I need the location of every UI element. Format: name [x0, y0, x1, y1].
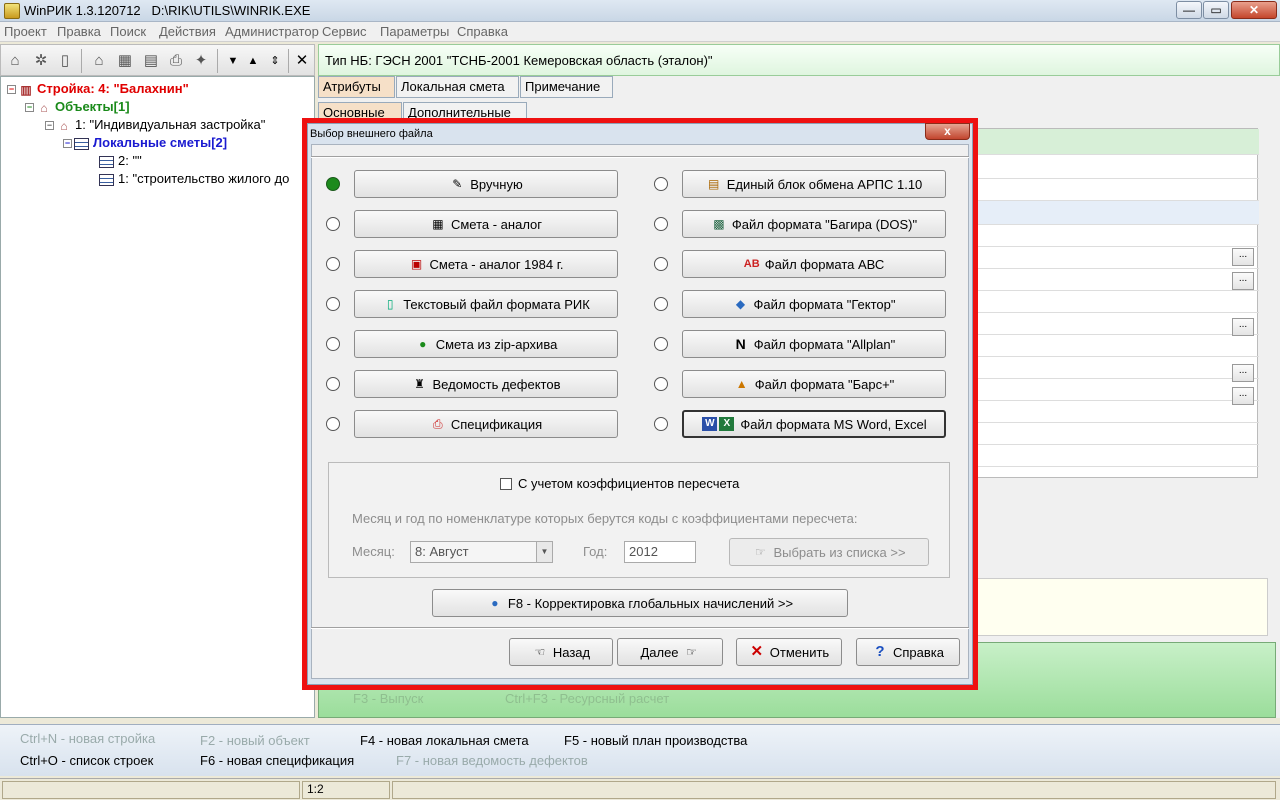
minimize-button[interactable]: —: [1176, 1, 1202, 19]
grid-row: [971, 445, 1259, 467]
ellipsis-button[interactable]: ...: [1232, 248, 1254, 266]
menu-project[interactable]: Проект: [4, 24, 47, 39]
tree-object-1[interactable]: − ⌂ 1: "Индивидуальная застройка": [45, 117, 265, 133]
tab-attributes[interactable]: Атрибуты: [318, 76, 395, 98]
menu-search[interactable]: Поиск: [110, 24, 146, 39]
menu-edit[interactable]: Правка: [57, 24, 101, 39]
app-icon: [4, 3, 20, 19]
restore-button[interactable]: ▭: [1203, 1, 1229, 19]
table-icon: [74, 137, 89, 150]
tree-objects[interactable]: − ⌂ Объекты[1]: [25, 99, 130, 115]
grid-row: [971, 379, 1259, 401]
tree-root[interactable]: − ▥ Стройка: 4: "Балахнин": [7, 81, 189, 97]
menu-bar: Проект Правка Поиск Действия Администрат…: [0, 22, 1280, 42]
settings-icon[interactable]: ✲: [31, 51, 51, 71]
toolbar-separator: [288, 49, 289, 73]
ctrlf3-resource-hint: Ctrl+F3 - Ресурсный расчет: [505, 691, 670, 706]
hint-ctrl-n[interactable]: Ctrl+N - новая стройка: [20, 731, 155, 746]
grid-row: [971, 357, 1259, 379]
hint-f7[interactable]: F7 - новая ведомость дефектов: [396, 753, 588, 768]
ellipsis-button[interactable]: ...: [1232, 272, 1254, 290]
hint-f2[interactable]: F2 - новый объект: [200, 733, 310, 748]
title-bar: WinРИК 1.3.120712 D:\RIK\UTILS\WINRIK.EX…: [0, 0, 1280, 22]
hotkey-hints: Ctrl+N - новая стройка F2 - новый объект…: [0, 724, 1280, 776]
nb-type-label: Тип НБ: ГЭСН 2001 "ТСНБ-2001 Кемеровская…: [325, 53, 713, 68]
hint-ctrl-o[interactable]: Ctrl+O - список строек: [20, 753, 153, 768]
arrow-updown-icon[interactable]: ⇕: [265, 51, 285, 71]
app-title: WinРИК 1.3.120712: [24, 3, 141, 18]
collapse-icon[interactable]: −: [7, 85, 16, 95]
hint-f6[interactable]: F6 - новая спецификация: [200, 753, 354, 768]
building-icon: ▥: [20, 82, 32, 97]
ellipsis-button[interactable]: ...: [1232, 318, 1254, 336]
tree-estimate-2[interactable]: 2: "": [99, 153, 142, 168]
tree-local-estimates[interactable]: − Локальные сметы[2]: [63, 135, 227, 150]
table-icon: [99, 173, 114, 186]
close-button[interactable]: ✕: [1231, 1, 1277, 19]
grid-row: [971, 335, 1259, 357]
hint-f4[interactable]: F4 - новая локальная смета: [360, 733, 529, 748]
tab-local-estimate[interactable]: Локальная смета: [396, 76, 519, 98]
menu-help[interactable]: Справка: [457, 24, 508, 39]
document-icon[interactable]: ▯: [55, 51, 75, 71]
arrow-down-icon[interactable]: ▼: [223, 51, 243, 71]
grid-header-row: [971, 129, 1259, 155]
tab-note[interactable]: Примечание: [520, 76, 613, 98]
arrow-up-icon[interactable]: ▲: [243, 51, 263, 71]
toolbar-separator: [217, 49, 218, 73]
print-icon[interactable]: ⎙: [166, 51, 186, 71]
attributes-grid: [970, 128, 1259, 478]
trash-icon[interactable]: ✦: [191, 51, 211, 71]
toolbar-separator: [81, 49, 82, 73]
grid-row: [971, 225, 1259, 247]
left-toolbar: ⌂ ✲ ▯ ⌂ ▦ ▤ ⎙ ✦ ▼ ▲ ⇕ ✕: [0, 44, 315, 76]
nb-type-header: Тип НБ: ГЭСН 2001 "ТСНБ-2001 Кемеровская…: [318, 44, 1280, 76]
home-icon[interactable]: ⌂: [89, 51, 109, 71]
grid-row: [971, 201, 1259, 225]
house-icon: ⌂: [40, 100, 48, 115]
menu-admin[interactable]: Администратор: [225, 24, 319, 39]
menu-service[interactable]: Сервис: [322, 24, 367, 39]
f3-release-hint: F3 - Выпуск: [353, 691, 424, 706]
app-path: D:\RIK\UTILS\WINRIK.EXE: [151, 3, 311, 18]
house-icon: ⌂: [60, 118, 68, 133]
window-title: WinРИК 1.3.120712 D:\RIK\UTILS\WINRIK.EX…: [24, 3, 310, 18]
collapse-icon[interactable]: −: [63, 139, 72, 149]
menu-params[interactable]: Параметры: [380, 24, 449, 39]
tree-estimate-1[interactable]: 1: "строительство жилого до: [99, 171, 289, 186]
open-folder-icon[interactable]: ⌂: [5, 51, 25, 71]
grid-row: [971, 291, 1259, 313]
highlight-frame: [302, 118, 978, 690]
grid-row: [971, 313, 1259, 335]
grid-row: [971, 423, 1259, 445]
grid-row: [971, 401, 1259, 423]
grid-row: [971, 247, 1259, 269]
grid-row: [971, 155, 1259, 179]
ellipsis-button[interactable]: ...: [1232, 364, 1254, 382]
grid-row: [971, 269, 1259, 291]
status-cell: [2, 781, 300, 799]
notes-box: [970, 578, 1268, 636]
collapse-icon[interactable]: −: [25, 103, 34, 113]
report-icon[interactable]: ▤: [141, 51, 161, 71]
status-position: 1:2: [302, 781, 390, 799]
table-icon[interactable]: ▦: [115, 51, 135, 71]
menu-actions[interactable]: Действия: [159, 24, 216, 39]
hint-f5[interactable]: F5 - новый план производства: [564, 733, 747, 748]
grid-row: [971, 179, 1259, 201]
status-bar: 1:2: [0, 778, 1280, 800]
project-tree: − ▥ Стройка: 4: "Балахнин" − ⌂ Объекты[1] − ⌂…: [0, 76, 315, 718]
collapse-icon[interactable]: −: [45, 121, 54, 131]
close-panel-icon[interactable]: ✕: [292, 51, 312, 71]
status-cell: [392, 781, 1276, 799]
ellipsis-button[interactable]: ...: [1232, 387, 1254, 405]
table-icon: [99, 155, 114, 168]
